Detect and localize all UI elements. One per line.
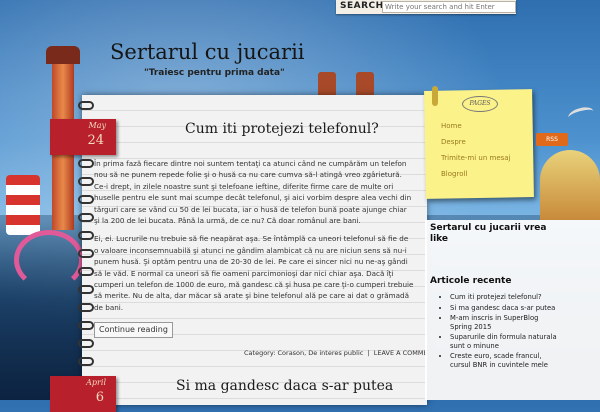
site-tagline: "Traiesc pentru prima data" (144, 68, 285, 78)
rss-icon[interactable]: RSS (536, 133, 568, 146)
post-paragraph: Ei, ei. Lucrurile nu trebuie să fie neap… (94, 234, 414, 312)
post-month: May (88, 121, 106, 130)
nav-item-contact[interactable]: Trimite-mi un mesaj (441, 154, 511, 162)
coaster-decor (14, 230, 84, 290)
spiral-ring (78, 213, 94, 222)
search-bar: SEARCH (336, 0, 516, 14)
category-links[interactable]: Corason, De interes public (278, 349, 364, 357)
recent-post-link[interactable]: M-am inscris in SuperBlog Spring 2015 (450, 314, 562, 331)
recent-post-link[interactable]: Si ma gandesc daca s-ar putea (450, 304, 562, 313)
nav-item-despre[interactable]: Despre (441, 138, 511, 146)
post-date-tab: April 6 (50, 376, 116, 412)
site-title[interactable]: Sertarul cu jucarii (110, 40, 305, 64)
palace-decor (540, 150, 600, 220)
nav-item-blogroll[interactable]: Blogroll (441, 170, 511, 178)
post-day: 24 (87, 133, 104, 148)
post-paragraph: În prima fază fiecare dintre noi suntem … (94, 159, 412, 226)
category-label: Category: (244, 349, 276, 357)
nav-item-home[interactable]: Home (441, 122, 511, 130)
spiral-ring (78, 303, 94, 312)
spiral-ring (78, 249, 94, 258)
recent-post-link[interactable]: Cum iti protejezi telefonul? (450, 293, 562, 302)
recent-post-link[interactable]: Creste euro, scade francul, cursul BNR i… (450, 352, 562, 369)
spiral-ring (78, 195, 94, 204)
spiral-ring (78, 321, 94, 330)
pages-badge: PAGES (462, 96, 498, 112)
post-title[interactable]: Si ma gandesc daca s-ar putea (176, 378, 393, 394)
spiral-ring (78, 285, 94, 294)
striped-hat-decor (6, 175, 40, 235)
spiral-ring (78, 159, 94, 168)
spiral-ring (78, 101, 94, 110)
post-date-tab: May 24 (50, 119, 116, 155)
spiral-ring (78, 339, 94, 348)
post-day: 6 (95, 390, 104, 405)
post-body: În prima fază fiecare dintre noi suntem … (94, 158, 414, 320)
widget-title: Sertarul cu jucarii vrea like (430, 223, 547, 244)
page-nav: Home Despre Trimite-mi un mesaj Blogroll (441, 122, 511, 186)
continue-reading-button[interactable]: Continue reading (94, 322, 173, 338)
post-title[interactable]: Cum iti protejezi telefonul? (185, 121, 379, 137)
spiral-ring (78, 231, 94, 240)
search-input[interactable] (382, 1, 516, 13)
recent-posts-title: Articole recente (430, 276, 512, 286)
search-label: SEARCH (340, 1, 384, 11)
spiral-ring (78, 267, 94, 276)
recent-post-link[interactable]: Suparurile din formula naturala sunt o m… (450, 333, 562, 350)
recent-posts-list: Cum iti protejezi telefonul? Si ma gande… (440, 293, 562, 371)
spiral-ring (78, 357, 94, 366)
post-month: April (86, 378, 106, 387)
pin-icon (432, 86, 438, 106)
spiral-ring (78, 177, 94, 186)
post-meta: Category: Corason, De interes public | L… (244, 349, 436, 357)
meta-separator: | (367, 349, 370, 357)
